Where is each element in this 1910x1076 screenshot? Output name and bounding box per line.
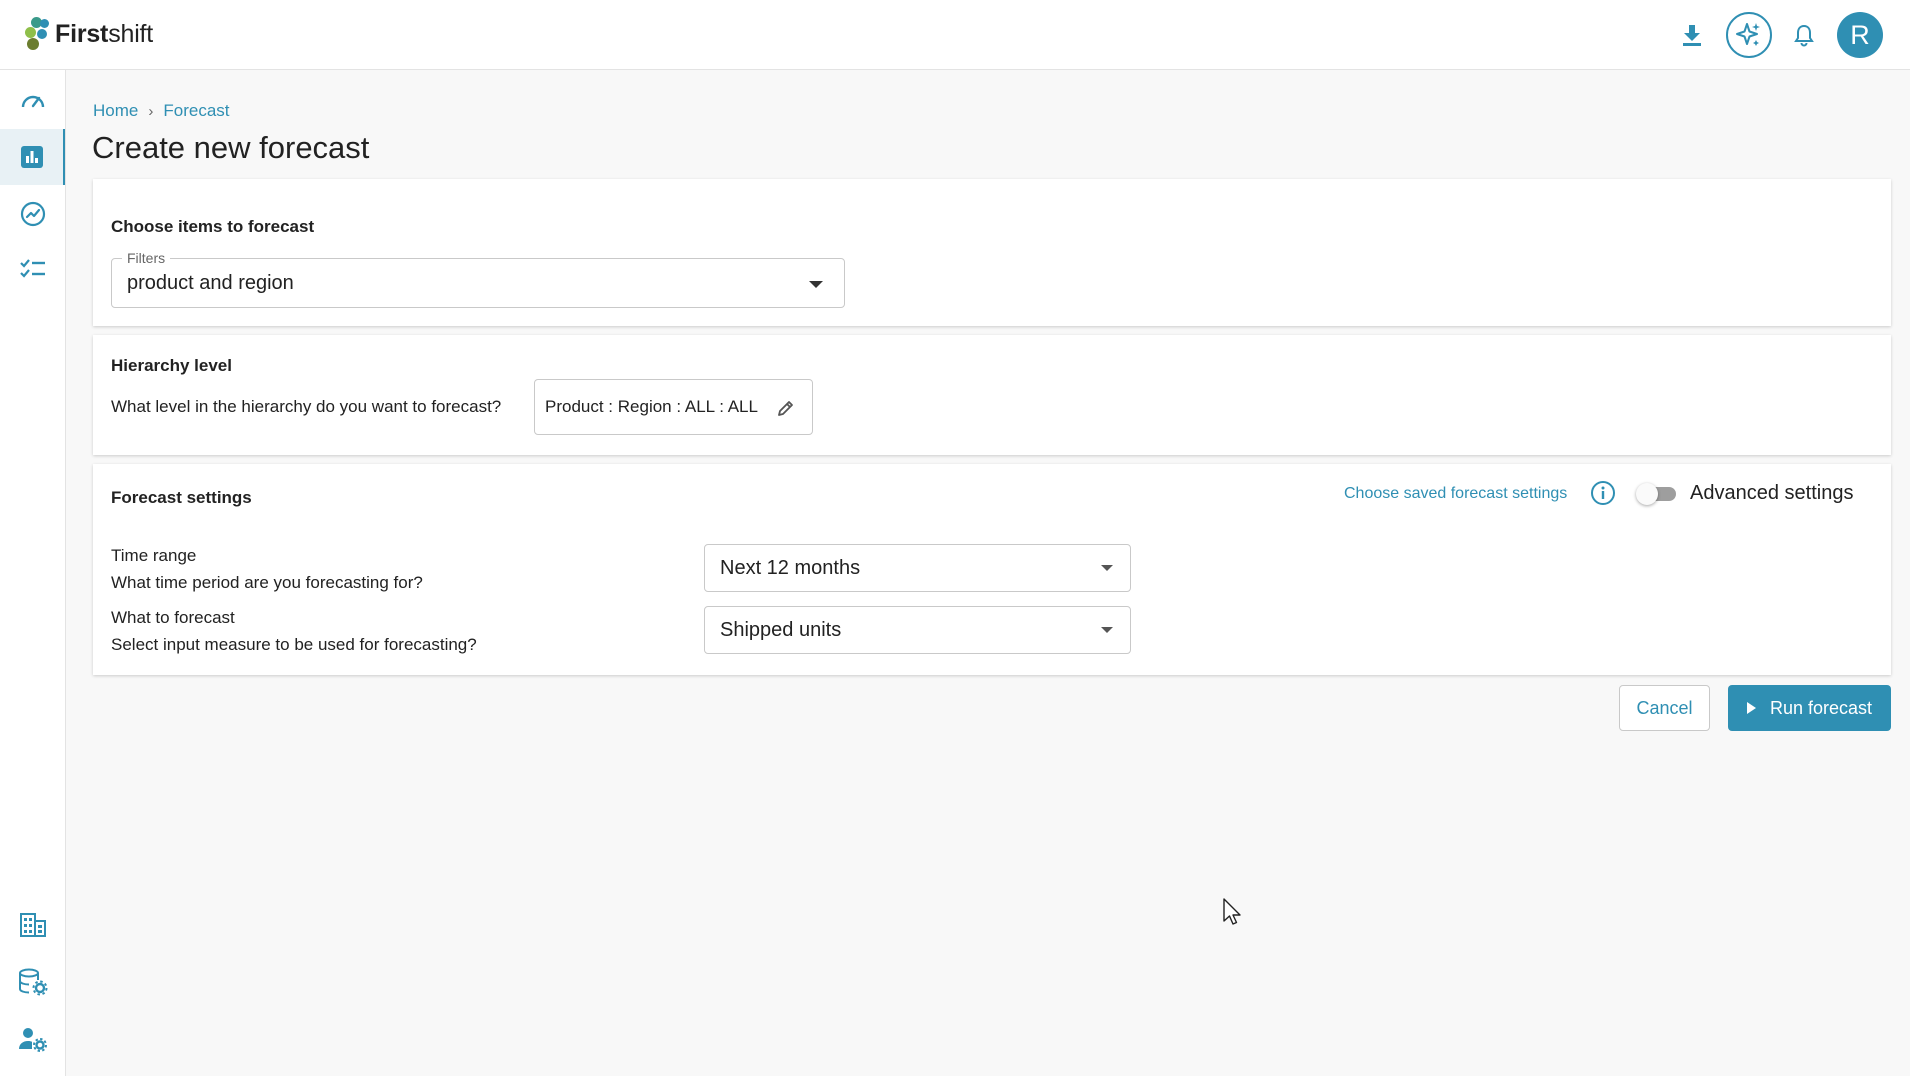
sidebar-item-trends[interactable] bbox=[0, 186, 65, 242]
logo-mark-icon bbox=[23, 16, 51, 52]
sidebar-item-organization[interactable] bbox=[0, 897, 65, 953]
breadcrumb: Home › Forecast bbox=[93, 101, 230, 121]
user-avatar[interactable]: R bbox=[1837, 12, 1883, 58]
sidebar bbox=[0, 70, 66, 1076]
breadcrumb-home-link[interactable]: Home bbox=[93, 101, 138, 121]
forecast-settings-title: Forecast settings bbox=[111, 488, 252, 507]
toggle-thumb bbox=[1636, 483, 1658, 505]
what-to-forecast-label: What to forecast bbox=[111, 608, 235, 627]
what-to-forecast-question: Select input measure to be used for fore… bbox=[111, 635, 477, 654]
breadcrumb-forecast-link[interactable]: Forecast bbox=[163, 101, 229, 121]
hierarchy-question: What level in the hierarchy do you want … bbox=[111, 397, 502, 416]
time-range-question: What time period are you forecasting for… bbox=[111, 573, 423, 592]
page-title: Create new forecast bbox=[92, 130, 370, 165]
sidebar-item-tasks[interactable] bbox=[0, 242, 65, 298]
building-icon bbox=[19, 913, 46, 937]
time-range-label: Time range bbox=[111, 546, 197, 565]
filters-value: product and region bbox=[127, 272, 294, 294]
chevron-down-icon bbox=[1101, 565, 1113, 571]
database-settings-icon bbox=[18, 968, 47, 996]
trend-icon bbox=[20, 201, 45, 227]
time-range-value: Next 12 months bbox=[720, 557, 861, 579]
download-icon[interactable] bbox=[1680, 22, 1704, 48]
choose-items-title: Choose items to forecast bbox=[111, 217, 315, 236]
choose-items-card: Choose items to forecast Filters product… bbox=[93, 179, 1891, 326]
sidebar-item-data-settings[interactable] bbox=[0, 954, 65, 1010]
bar-chart-icon bbox=[20, 146, 43, 168]
ai-assistant-button[interactable] bbox=[1726, 12, 1772, 58]
chevron-down-icon bbox=[809, 281, 823, 288]
top-bar: Firstshift R bbox=[0, 0, 1910, 70]
breadcrumb-separator: › bbox=[148, 102, 154, 120]
choose-saved-settings-link[interactable]: Choose saved forecast settings bbox=[1344, 485, 1567, 503]
sidebar-item-forecast[interactable] bbox=[0, 129, 65, 185]
hierarchy-level-title: Hierarchy level bbox=[111, 356, 232, 375]
bell-icon[interactable] bbox=[1792, 22, 1816, 48]
time-range-select[interactable]: Next 12 months bbox=[704, 544, 1131, 592]
hierarchy-level-value: Product : Region : ALL : ALL bbox=[545, 397, 758, 416]
run-forecast-button[interactable]: Run forecast bbox=[1728, 685, 1891, 731]
filters-select[interactable]: Filters product and region bbox=[111, 250, 845, 308]
cancel-button[interactable]: Cancel bbox=[1619, 685, 1710, 731]
ai-sparkle-icon bbox=[1736, 23, 1760, 46]
sidebar-item-user-settings[interactable] bbox=[0, 1011, 65, 1067]
user-settings-icon bbox=[18, 1028, 47, 1052]
sidebar-item-dashboard[interactable] bbox=[0, 73, 65, 129]
run-forecast-label: Run forecast bbox=[1769, 697, 1873, 718]
measure-select[interactable]: Shipped units bbox=[704, 606, 1131, 654]
dashboard-icon bbox=[21, 95, 44, 108]
firstshift-logo[interactable]: Firstshift bbox=[23, 16, 153, 52]
pencil-icon bbox=[778, 401, 793, 416]
info-icon[interactable] bbox=[1590, 480, 1616, 506]
forecast-settings-card: Forecast settings Choose saved forecast … bbox=[93, 464, 1891, 675]
advanced-settings-toggle[interactable] bbox=[1636, 483, 1678, 505]
checklist-icon bbox=[19, 259, 45, 278]
measure-value: Shipped units bbox=[720, 619, 842, 641]
advanced-settings-label: Advanced settings bbox=[1690, 482, 1854, 504]
play-icon bbox=[1746, 702, 1756, 714]
hierarchy-level-card: Hierarchy level What level in the hierar… bbox=[93, 335, 1891, 455]
chevron-down-icon bbox=[1101, 627, 1113, 633]
mouse-cursor-icon bbox=[1223, 898, 1241, 925]
logo-text: Firstshift bbox=[55, 19, 154, 48]
hierarchy-level-selector[interactable]: Product : Region : ALL : ALL bbox=[534, 379, 813, 435]
filters-label: Filters bbox=[122, 250, 171, 266]
